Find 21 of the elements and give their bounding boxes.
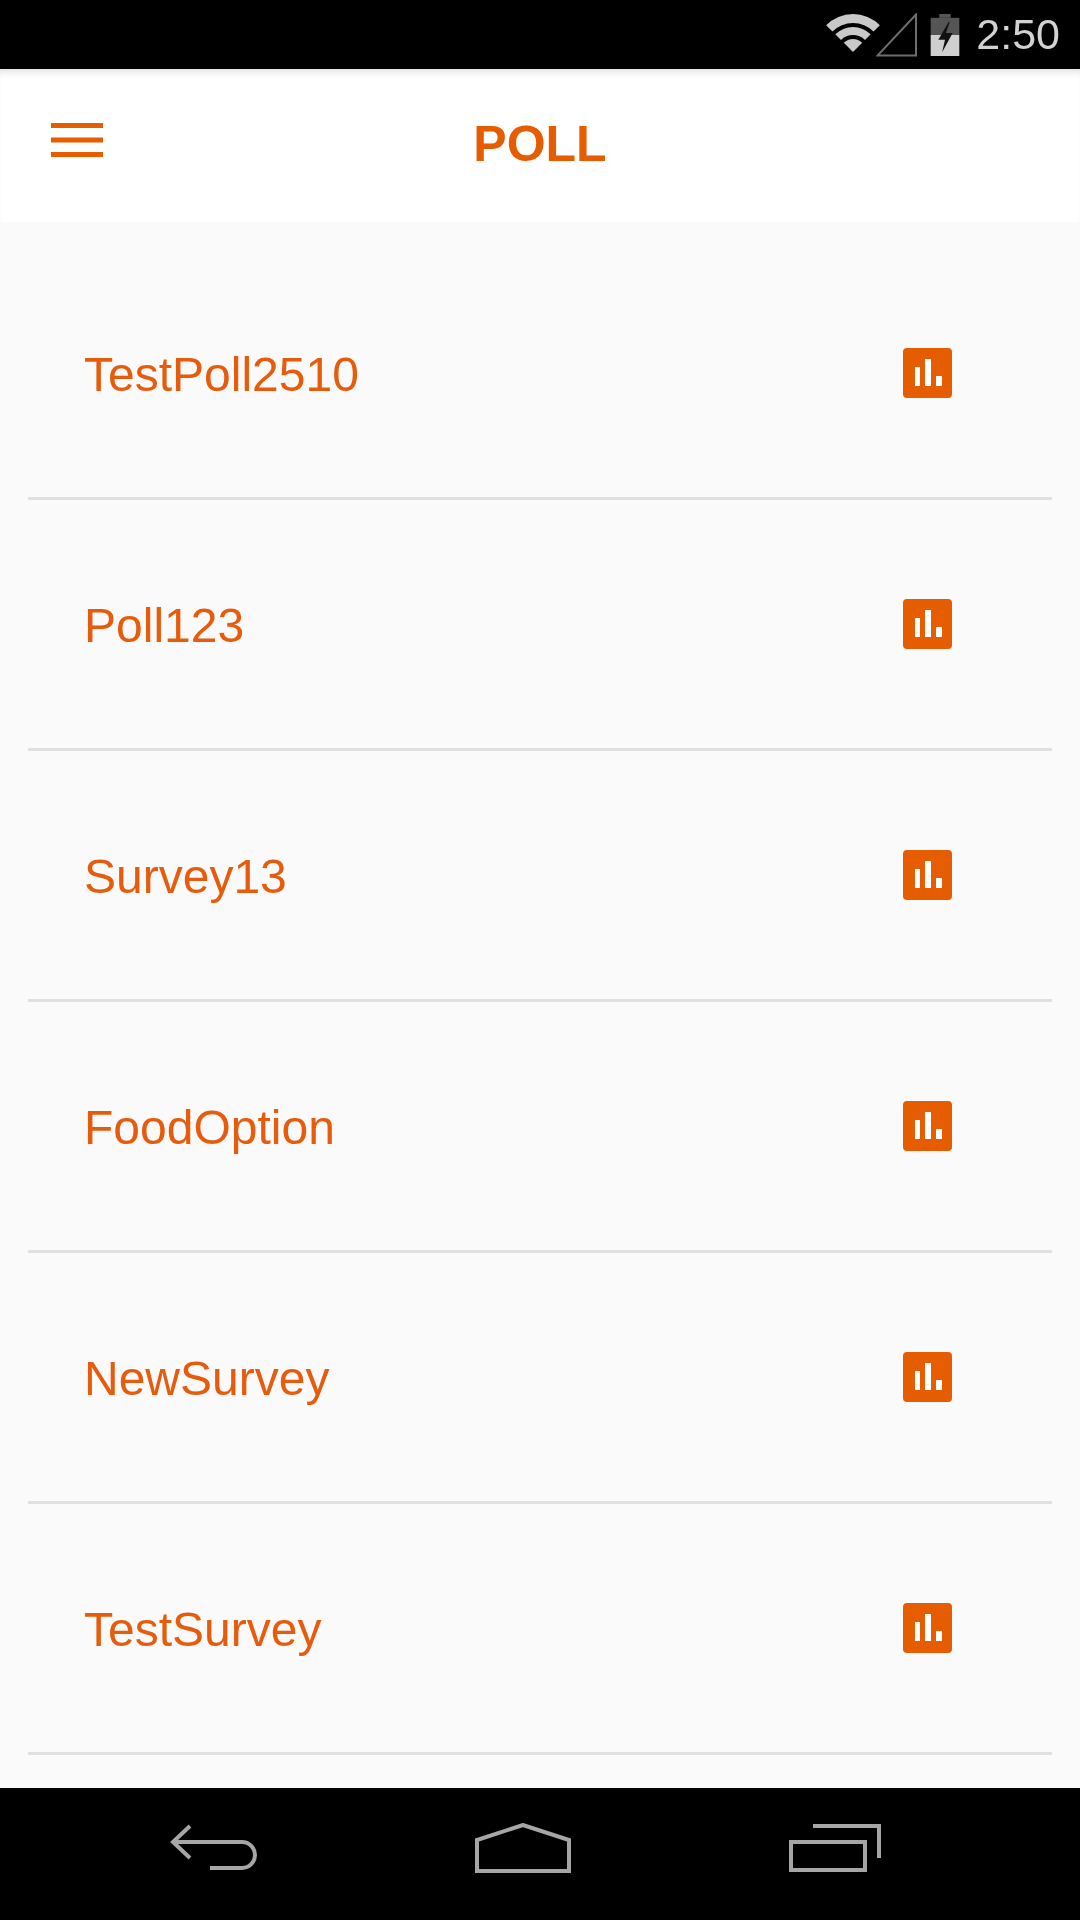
app-title: POLL <box>473 118 607 169</box>
bar-chart-icon[interactable] <box>903 1101 952 1151</box>
poll-name[interactable]: Poll123 <box>84 597 245 655</box>
menu-icon[interactable] <box>51 122 103 157</box>
bar-chart-icon[interactable] <box>903 1352 952 1402</box>
bar-chart-icon[interactable] <box>903 348 952 398</box>
poll-name[interactable]: Survey13 <box>84 848 287 906</box>
recent-apps-icon[interactable] <box>789 1824 881 1872</box>
signal-icon <box>876 12 919 57</box>
poll-name[interactable]: TestPoll2510 <box>84 346 359 404</box>
home-icon[interactable] <box>475 1823 571 1873</box>
poll-name[interactable]: FoodOption <box>84 1099 335 1157</box>
bar-chart-icon[interactable] <box>903 599 952 649</box>
poll-name[interactable]: TestSurvey <box>84 1601 322 1659</box>
status-time: 2:50 <box>976 13 1060 56</box>
battery-icon <box>930 13 961 56</box>
back-icon[interactable] <box>170 1824 258 1872</box>
wifi-icon <box>826 12 881 53</box>
bar-chart-icon[interactable] <box>903 850 952 900</box>
poll-name[interactable]: NewSurvey <box>84 1350 330 1408</box>
bar-chart-icon[interactable] <box>903 1603 952 1653</box>
